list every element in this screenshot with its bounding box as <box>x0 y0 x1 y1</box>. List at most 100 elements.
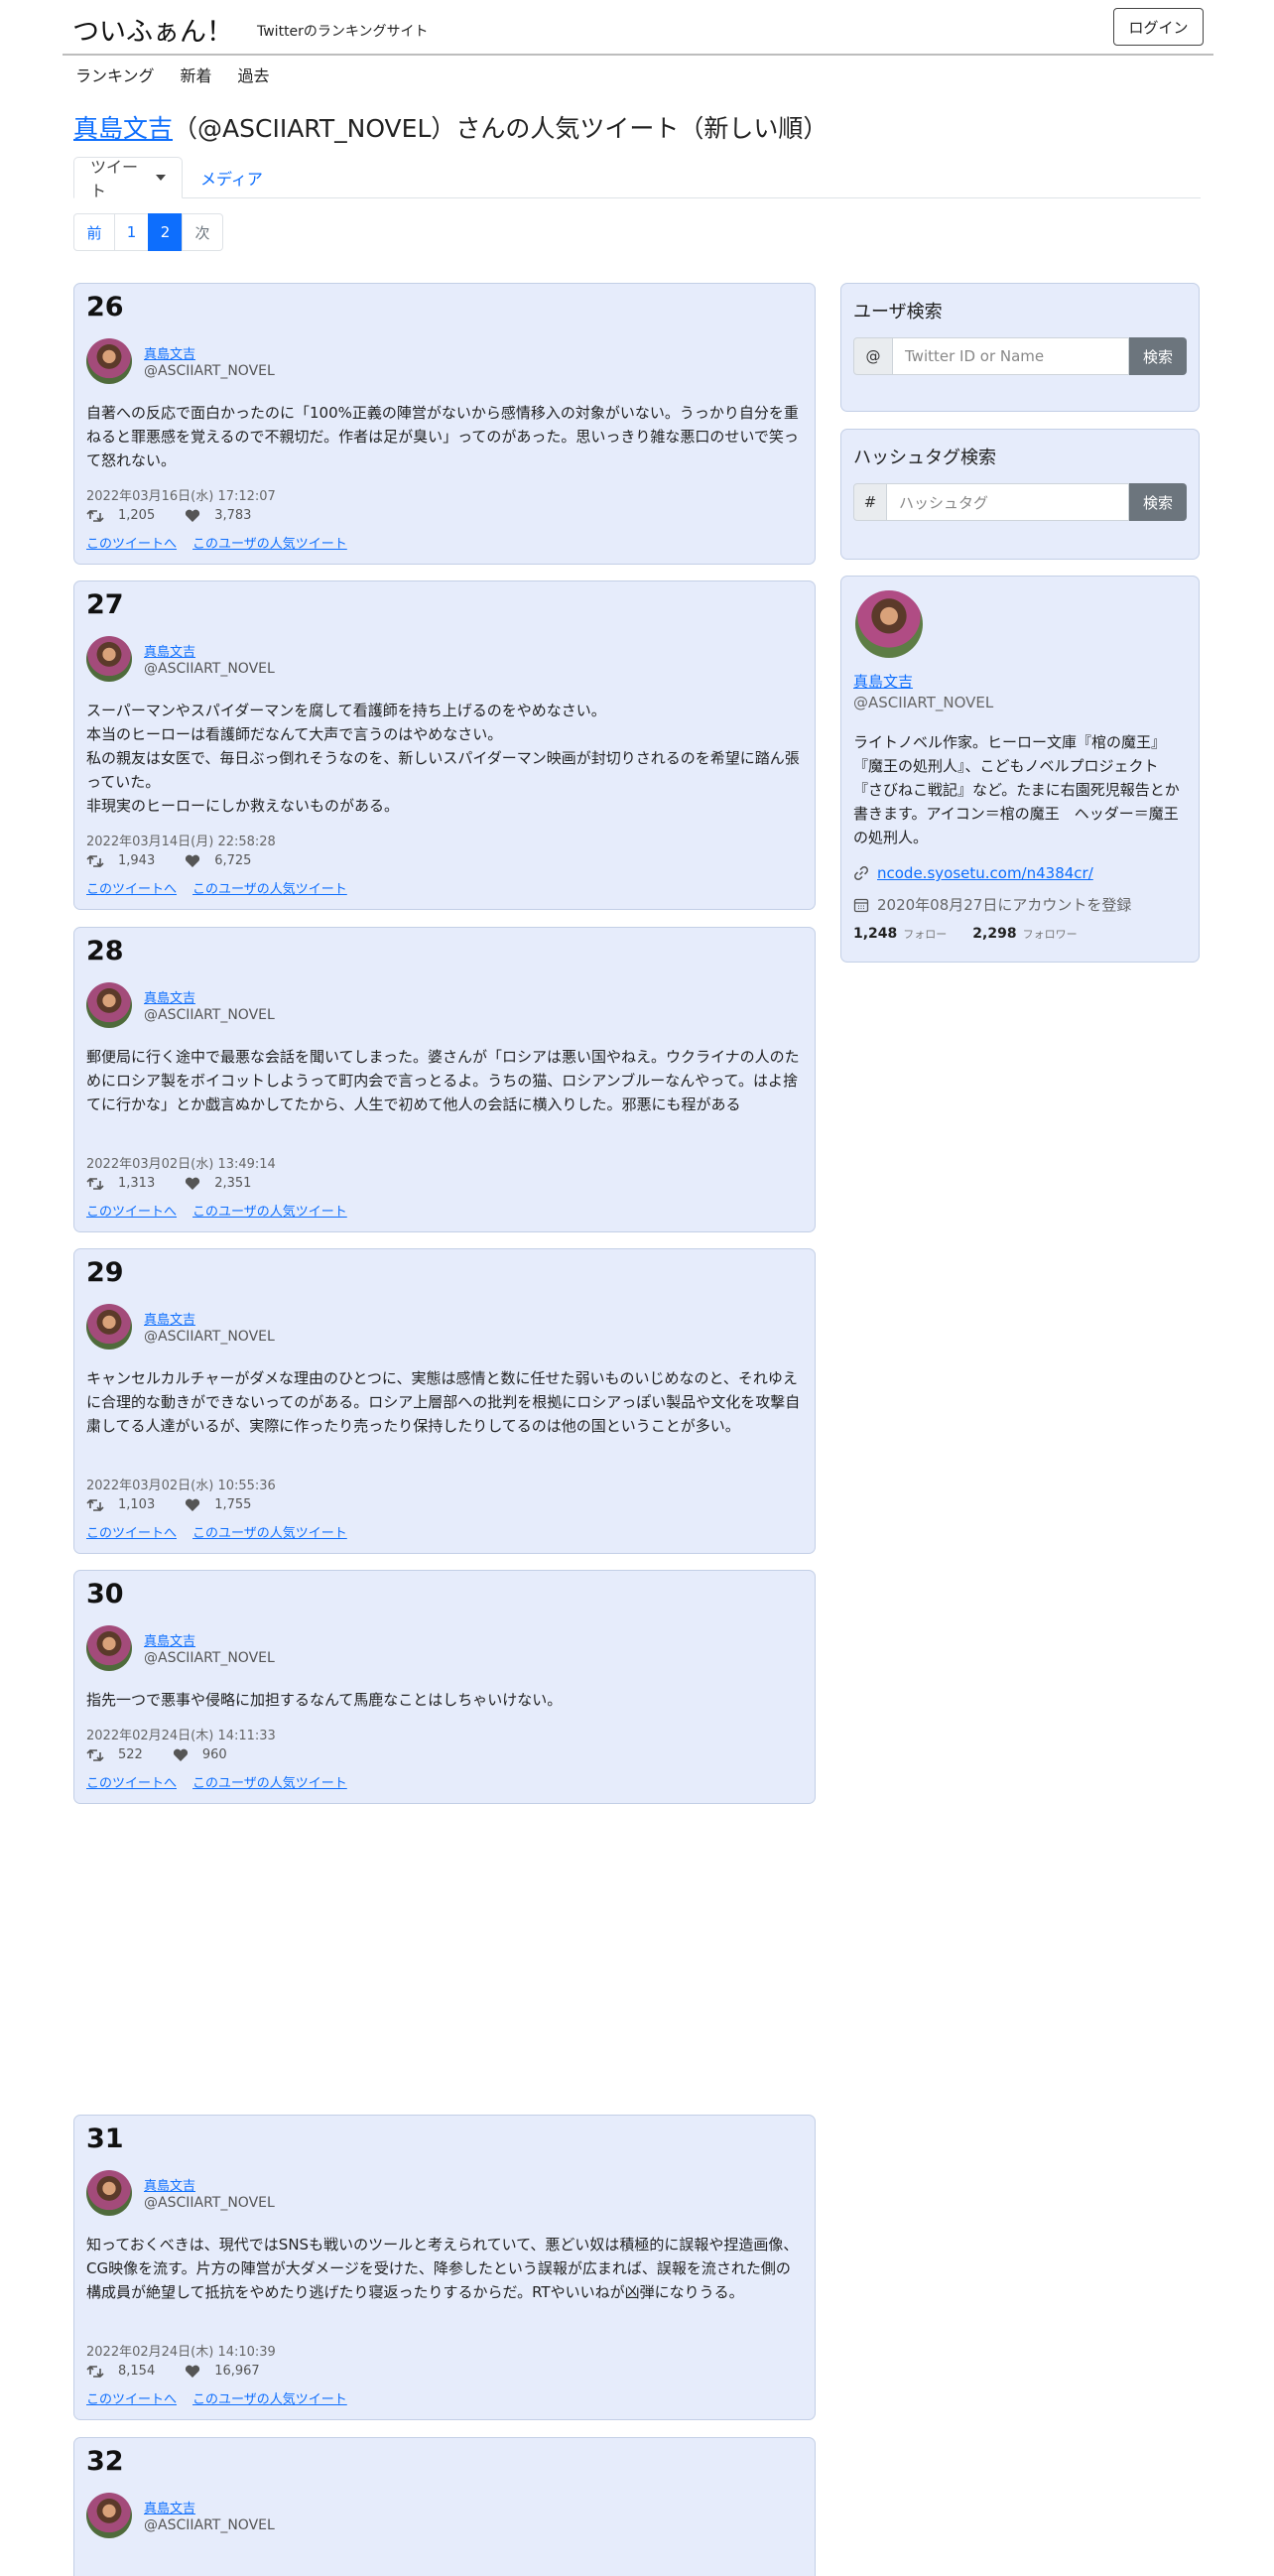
hashtag-search-input[interactable]: ハッシュタグ <box>887 483 1129 521</box>
calendar-icon <box>853 898 869 912</box>
tweet-stats: 1,103 1,755 <box>86 1497 251 1512</box>
login-button[interactable]: ログイン <box>1113 8 1204 46</box>
tweet-text: スーパーマンやスパイダーマンを腐して看護師を持ち上げるのをやめなさい。 本当のヒ… <box>86 702 800 815</box>
profile-panel: 真島文吉 @ASCIIART_NOVEL ライトノベル作家。ヒーロー文庫『棺の魔… <box>840 576 1200 963</box>
pagination-next[interactable]: 次 <box>182 213 223 251</box>
tweet-rank: 31 <box>86 2124 124 2154</box>
at-icon: @ <box>853 337 893 375</box>
tweet-links: このツイートへ このユーザの人気ツイート <box>86 2388 347 2407</box>
tweet-text: 指先一つで悪事や侵略に加担するなんて馬鹿なことはしちゃいけない。 <box>86 1691 563 1709</box>
page-title-user-link[interactable]: 真島文吉 <box>73 114 173 143</box>
user-popular-link[interactable]: このユーザの人気ツイート <box>192 2388 347 2407</box>
hashtag-search-group: # ハッシュタグ 検索 <box>853 483 1187 521</box>
user-search-input[interactable]: Twitter ID or Name <box>893 337 1129 375</box>
tweet-user-name[interactable]: 真島文吉 <box>144 2175 195 2194</box>
tweet-user-handle: @ASCIIART_NOVEL <box>144 1007 275 1023</box>
retweet-icon <box>86 1177 104 1190</box>
nav-past[interactable]: 過去 <box>238 63 270 86</box>
hashtag-search-panel: ハッシュタグ検索 # ハッシュタグ 検索 <box>840 429 1200 560</box>
avatar <box>86 636 132 682</box>
pagination: 前 1 2 次 <box>73 213 223 251</box>
retweet-icon <box>86 1748 104 1761</box>
tweet-links: このツイートへ このユーザの人気ツイート <box>86 878 347 897</box>
tweet-user-handle: @ASCIIART_NOVEL <box>144 363 275 379</box>
following-label: フォロー <box>903 928 948 941</box>
tweet-date: 2022年03月02日(水) 13:49:14 <box>86 1157 276 1172</box>
tweet-link[interactable]: このツイートへ <box>86 1201 177 1220</box>
heart-icon <box>186 1177 200 1190</box>
retweet-icon <box>86 854 104 867</box>
heart-icon <box>173 1748 188 1761</box>
profile-joined: 2020年08月27日にアカウントを登録 <box>853 894 1131 915</box>
followers-count: 2,298 <box>972 926 1017 942</box>
following-count: 1,248 <box>853 926 898 942</box>
pagination-page-2[interactable]: 2 <box>148 213 183 251</box>
retweet-icon <box>86 2365 104 2378</box>
user-popular-link[interactable]: このユーザの人気ツイート <box>192 1201 347 1220</box>
tweet-user-handle: @ASCIIART_NOVEL <box>144 2517 275 2533</box>
tweet-user-handle: @ASCIIART_NOVEL <box>144 2195 275 2211</box>
tweet-link[interactable]: このツイートへ <box>86 878 177 897</box>
caret-down-icon <box>156 175 166 181</box>
tweet-stats: 1,205 3,783 <box>86 508 251 523</box>
profile-name[interactable]: 真島文吉 <box>853 671 913 692</box>
tweet-link[interactable]: このツイートへ <box>86 533 177 552</box>
hashtag-search-button[interactable]: 検索 <box>1129 483 1187 521</box>
tweet-user-name[interactable]: 真島文吉 <box>144 1309 195 1328</box>
profile-avatar <box>855 590 923 658</box>
avatar <box>86 2493 132 2538</box>
tweet-date: 2022年02月24日(木) 14:10:39 <box>86 2345 276 2360</box>
retweet-count: 1,313 <box>118 1176 156 1191</box>
followers-label: フォロワー <box>1022 928 1078 941</box>
main-nav: ランキング 新着 過去 <box>75 63 270 86</box>
tweet-rank: 29 <box>86 1257 124 1288</box>
nav-ranking[interactable]: ランキング <box>75 63 155 86</box>
tweet-text: キャンセルカルチャーがダメな理由のひとつに、実態は感情と数に任せた弱いものいじめ… <box>86 1369 801 1435</box>
tweet-user-handle: @ASCIIART_NOVEL <box>144 1329 275 1345</box>
tab-bar: ツイート メディア <box>73 157 1201 200</box>
retweet-count: 522 <box>118 1747 143 1762</box>
like-count: 3,783 <box>214 508 252 523</box>
like-count: 1,755 <box>214 1497 252 1512</box>
hashtag-search-title: ハッシュタグ検索 <box>853 448 996 468</box>
like-count: 2,351 <box>214 1176 252 1191</box>
like-count: 6,725 <box>214 853 252 868</box>
tweet-rank: 26 <box>86 292 124 322</box>
tweet-rank: 28 <box>86 936 124 966</box>
tweet-links: このツイートへ このユーザの人気ツイート <box>86 1522 347 1541</box>
tab-tweets[interactable]: ツイート <box>73 157 183 200</box>
tweet-card: 31 真島文吉 @ASCIIART_NOVEL 知っておくべきは、現代ではSNS… <box>73 2115 816 2420</box>
user-popular-link[interactable]: このユーザの人気ツイート <box>192 1772 347 1791</box>
tweet-user-name[interactable]: 真島文吉 <box>144 2498 195 2516</box>
tweet-link[interactable]: このツイートへ <box>86 2388 177 2407</box>
tweet-user-handle: @ASCIIART_NOVEL <box>144 1650 275 1666</box>
tweet-link[interactable]: このツイートへ <box>86 1522 177 1541</box>
tweet-user-name[interactable]: 真島文吉 <box>144 641 195 660</box>
tweet-user-handle: @ASCIIART_NOVEL <box>144 661 275 677</box>
user-popular-link[interactable]: このユーザの人気ツイート <box>192 1522 347 1541</box>
tweet-link[interactable]: このツイートへ <box>86 1772 177 1791</box>
tweet-card: 29 真島文吉 @ASCIIART_NOVEL キャンセルカルチャーがダメな理由… <box>73 1248 816 1554</box>
tweet-user-name[interactable]: 真島文吉 <box>144 987 195 1006</box>
tweet-date: 2022年03月14日(月) 22:58:28 <box>86 835 276 849</box>
profile-joined-text: 2020年08月27日にアカウントを登録 <box>877 896 1132 914</box>
tweet-user-name[interactable]: 真島文吉 <box>144 1630 195 1649</box>
user-popular-link[interactable]: このユーザの人気ツイート <box>192 533 347 552</box>
retweet-icon <box>86 509 104 522</box>
heart-icon <box>186 2365 200 2378</box>
nav-new[interactable]: 新着 <box>181 63 212 86</box>
site-logo[interactable]: ついふぁん！ <box>72 10 233 49</box>
like-count: 16,967 <box>214 2364 260 2379</box>
user-search-button[interactable]: 検索 <box>1129 337 1187 375</box>
user-popular-link[interactable]: このユーザの人気ツイート <box>192 878 347 897</box>
retweet-count: 1,103 <box>118 1497 156 1512</box>
tab-media[interactable]: メディア <box>185 157 279 198</box>
pagination-page-1[interactable]: 1 <box>114 213 149 251</box>
avatar <box>86 1625 132 1671</box>
profile-website: ncode.syosetu.com/n4384cr/ <box>853 864 1093 882</box>
link-icon <box>854 866 868 880</box>
pagination-prev[interactable]: 前 <box>73 213 115 251</box>
profile-website-link[interactable]: ncode.syosetu.com/n4384cr/ <box>877 864 1093 882</box>
site-tagline: Twitterのランキングサイト <box>257 24 429 40</box>
tweet-user-name[interactable]: 真島文吉 <box>144 343 195 362</box>
